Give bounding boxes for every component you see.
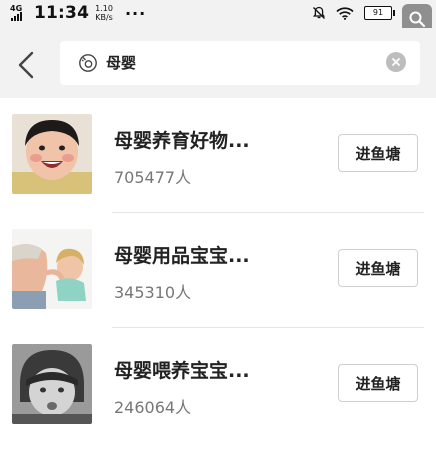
search-query: 母婴	[106, 54, 137, 72]
group-name: 母婴养育好物...	[114, 130, 250, 152]
group-avatar	[12, 114, 92, 194]
status-bar: 4G 11:34 1.10 KB/s ··· 91	[0, 0, 436, 34]
wifi-icon	[336, 7, 354, 20]
join-pond-button[interactable]: 进鱼塘	[338, 134, 418, 172]
list-item[interactable]: 母婴喂养宝宝... 246064人 进鱼塘	[0, 328, 436, 443]
list-item[interactable]: 母婴养育好物... 705477人 进鱼塘	[0, 98, 436, 213]
cellular-signal-icon: 4G	[10, 4, 28, 22]
result-list: 母婴养育好物... 705477人 进鱼塘 母婴用品宝宝... 345310人 …	[0, 98, 436, 443]
clear-icon[interactable]	[386, 52, 406, 72]
back-arrow-icon[interactable]	[14, 50, 40, 80]
more-notifications-icon: ···	[124, 3, 147, 23]
member-count: 246064人	[114, 398, 192, 417]
clock: 11:34	[34, 3, 90, 23]
member-count: 705477人	[114, 168, 192, 187]
network-speed: 1.10 KB/s	[95, 4, 113, 22]
status-right: 91	[312, 6, 395, 20]
search-input[interactable]: 母婴	[60, 41, 420, 85]
search-header: 母婴	[0, 28, 436, 98]
group-avatar	[12, 344, 92, 424]
group-name: 母婴喂养宝宝...	[114, 360, 250, 382]
network-speed-value: 1.10	[95, 4, 113, 13]
status-left: 4G 11:34 1.10 KB/s ···	[10, 3, 146, 23]
member-count: 345310人	[114, 283, 192, 302]
battery-icon: 91	[364, 6, 395, 20]
search-icon	[79, 54, 97, 72]
mute-bell-icon	[313, 6, 325, 19]
join-pond-button[interactable]: 进鱼塘	[338, 249, 418, 287]
join-pond-button[interactable]: 进鱼塘	[338, 364, 418, 402]
group-name: 母婴用品宝宝...	[114, 245, 250, 267]
group-avatar	[12, 229, 92, 309]
network-speed-unit: KB/s	[95, 13, 113, 22]
list-item[interactable]: 母婴用品宝宝... 345310人 进鱼塘	[0, 213, 436, 328]
